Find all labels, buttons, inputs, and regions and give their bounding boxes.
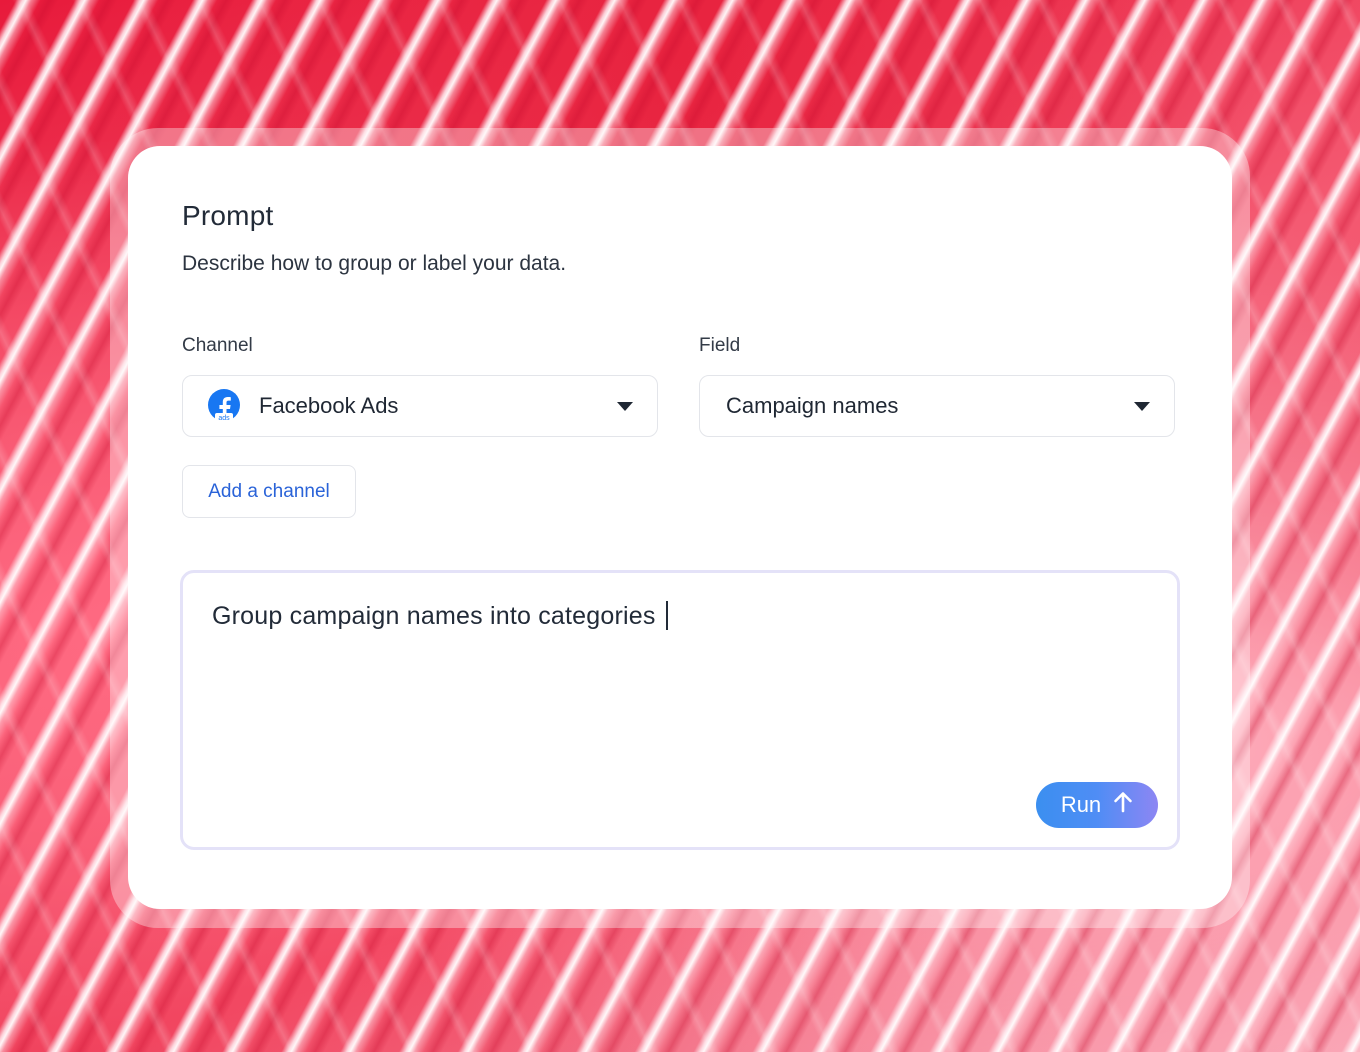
field-select[interactable]: Campaign names [699, 375, 1175, 437]
text-cursor [665, 601, 668, 630]
facebook-ads-icon-badge: ads [218, 415, 230, 422]
facebook-ads-icon: ads [207, 389, 241, 423]
prompt-input-text: Group campaign names into categories [212, 601, 668, 631]
run-button[interactable]: Run [1036, 782, 1158, 828]
arrow-up-icon [1113, 791, 1133, 819]
prompt-textarea[interactable]: Group campaign names into categories Run [180, 570, 1180, 850]
card-title: Prompt [182, 200, 274, 231]
chevron-down-icon [617, 402, 633, 411]
channel-label: Channel [182, 335, 253, 356]
channel-select[interactable]: ads Facebook Ads [182, 375, 658, 437]
field-select-value: Campaign names [726, 393, 899, 418]
add-channel-button[interactable]: Add a channel [182, 465, 356, 518]
prompt-input-value: Group campaign names into categories [212, 602, 656, 630]
chevron-down-icon [1134, 402, 1150, 411]
card-subtitle: Describe how to group or label your data… [182, 252, 567, 275]
run-button-label: Run [1060, 792, 1102, 817]
channel-select-value: Facebook Ads [259, 393, 399, 418]
field-label: Field [699, 335, 741, 356]
prompt-card: Prompt Describe how to group or label yo… [128, 146, 1232, 909]
